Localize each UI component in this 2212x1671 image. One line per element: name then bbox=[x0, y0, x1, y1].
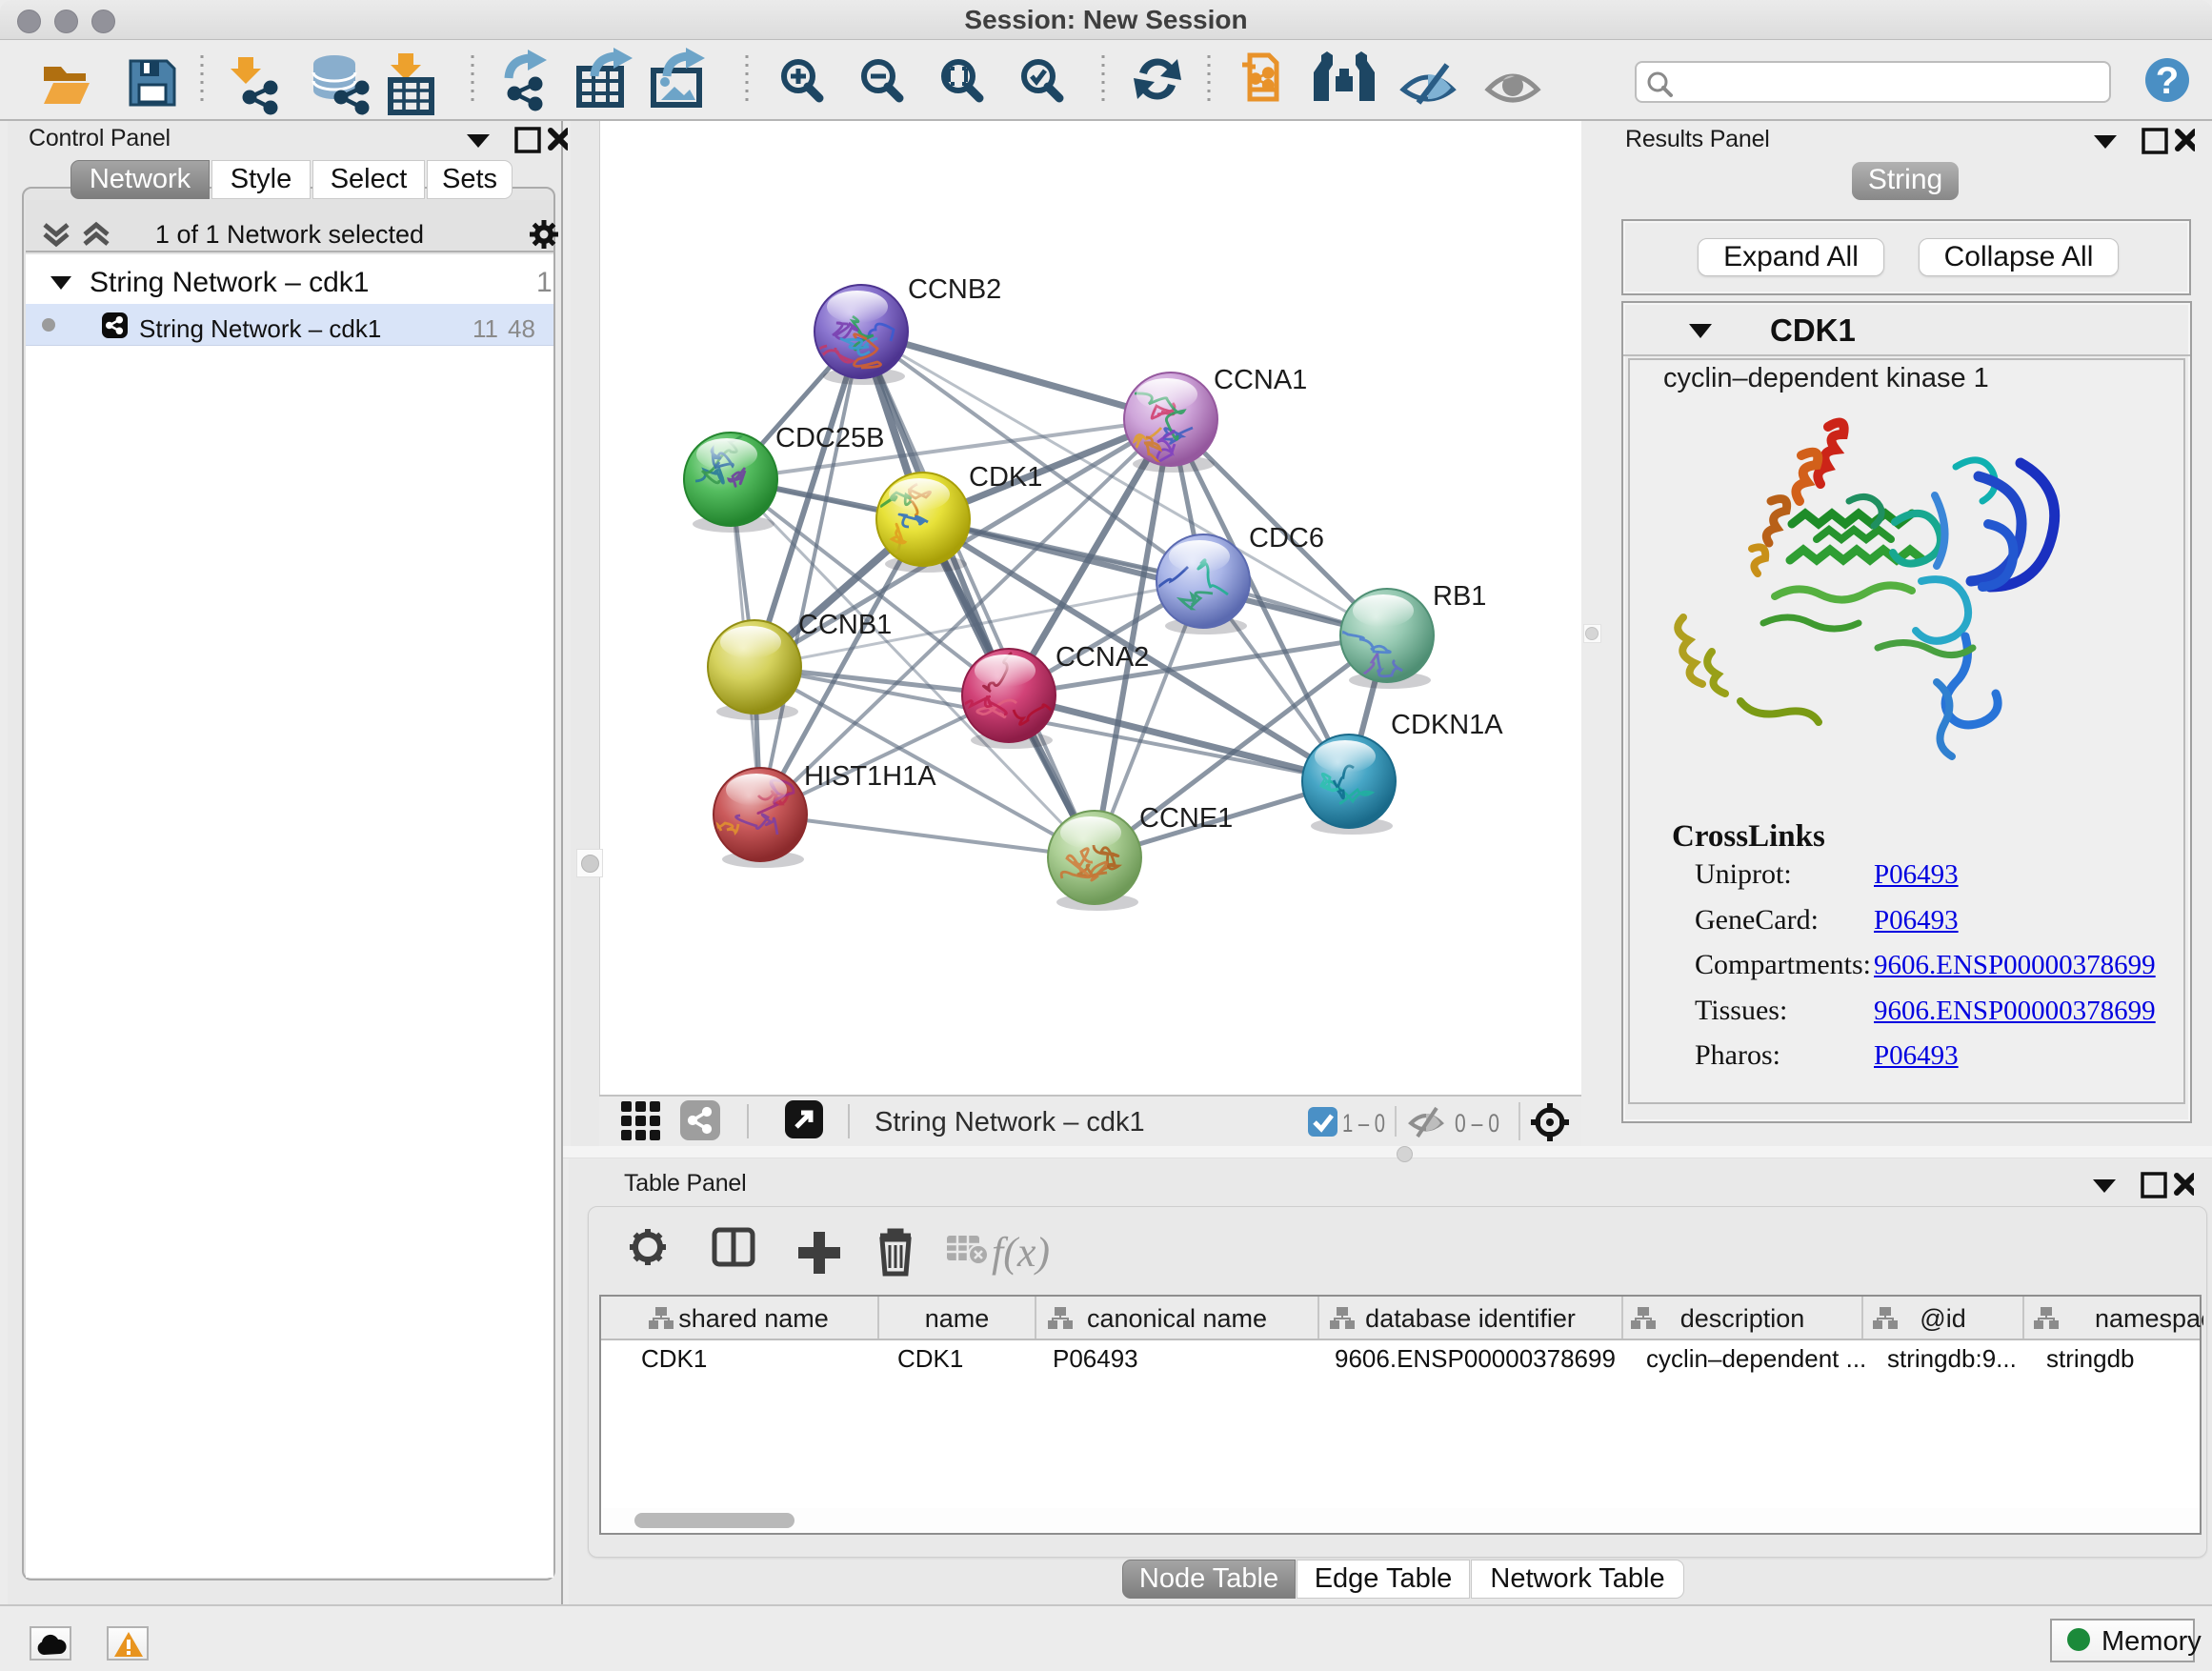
svg-text:CDK1: CDK1 bbox=[969, 462, 1042, 493]
svg-text:CCNB2: CCNB2 bbox=[908, 274, 1001, 305]
svg-text:?: ? bbox=[2156, 60, 2179, 102]
svg-text:CDC6: CDC6 bbox=[1249, 523, 1324, 554]
svg-text:HIST1H1A: HIST1H1A bbox=[804, 761, 936, 792]
svg-text:CCNB1: CCNB1 bbox=[798, 610, 892, 640]
svg-text:CDC25B: CDC25B bbox=[775, 423, 884, 453]
svg-text:CDKN1A: CDKN1A bbox=[1391, 710, 1503, 740]
svg-text:0 – 0: 0 – 0 bbox=[1455, 1109, 1499, 1137]
svg-text:CCNA1: CCNA1 bbox=[1214, 365, 1307, 395]
svg-text:CCNE1: CCNE1 bbox=[1139, 803, 1233, 834]
svg-text:CCNA2: CCNA2 bbox=[1056, 642, 1149, 673]
svg-text:1 – 0: 1 – 0 bbox=[1342, 1109, 1385, 1137]
svg-text:RB1: RB1 bbox=[1433, 581, 1486, 612]
